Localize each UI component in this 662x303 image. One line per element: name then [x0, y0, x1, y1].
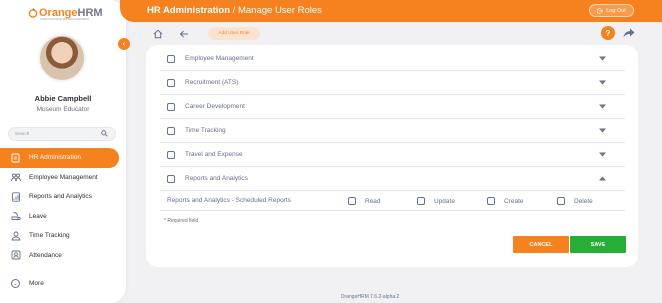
breadcrumb-page: Manage User Roles: [237, 5, 322, 16]
delete-checkbox[interactable]: [557, 197, 565, 205]
permission-label: Time Tracking: [185, 127, 226, 134]
question-icon: ?: [605, 28, 611, 38]
leave-icon: [11, 211, 21, 221]
logo-subtitle: OPEN SOURCE HR MANAGEMENT: [40, 17, 90, 21]
sidebar: OrangeHRM OPEN SOURCE HR MANAGEMENT Abbi…: [0, 0, 126, 303]
attendance-icon: [11, 250, 21, 260]
help-button[interactable]: ?: [601, 26, 615, 40]
required-field-note: * Required field: [164, 218, 199, 224]
arrow-left-icon: [179, 30, 188, 38]
search-icon[interactable]: [101, 130, 108, 137]
option-label: Create: [504, 197, 524, 205]
sidebar-menu: HR Administration Employee Management Re…: [0, 148, 126, 265]
permission-label: Employee Management: [185, 55, 254, 62]
option-label: Update: [434, 197, 455, 205]
logout-label: Log Out: [606, 7, 626, 14]
caret-down-icon[interactable]: [599, 80, 606, 85]
page-title: HR Administration / Manage User Roles: [147, 5, 322, 16]
search-input[interactable]: Search: [8, 127, 116, 141]
permission-label: Career Development: [185, 103, 245, 110]
sub-permission-label: Reports and Analytics - Scheduled Report…: [167, 197, 291, 204]
sidebar-item-label: Employee Management: [29, 173, 98, 181]
home-icon: [153, 29, 163, 39]
chevron-left-icon: ‹: [122, 39, 126, 48]
orangehrm-logo[interactable]: OrangeHRM OPEN SOURCE HR MANAGEMENT: [28, 6, 103, 21]
permission-row-reports-and-analytics[interactable]: Reports and Analytics: [160, 167, 625, 191]
logout-icon: [597, 7, 604, 14]
back-button[interactable]: [176, 27, 192, 41]
permissions-list: Employee Management Recruitment (ATS) Ca…: [160, 47, 625, 211]
avatar[interactable]: [38, 34, 86, 82]
version-footer: OrangeHRM 7.6.2-alpha.2: [340, 294, 400, 300]
sidebar-more-button[interactable]: ⌄ More: [11, 279, 44, 288]
user-role-form-card: Employee Management Recruitment (ATS) Ca…: [146, 45, 638, 267]
sidebar-item-hr-administration[interactable]: HR Administration: [0, 148, 119, 168]
cancel-button[interactable]: CANCEL: [513, 236, 569, 253]
permission-label: Travel and Expense: [185, 151, 243, 158]
update-checkbox[interactable]: [417, 197, 425, 205]
reports-icon: [11, 192, 21, 202]
sidebar-item-time-tracking[interactable]: Time Tracking: [0, 226, 126, 246]
caret-down-icon[interactable]: [599, 104, 606, 109]
time-icon: [11, 231, 21, 241]
caret-up-icon[interactable]: [599, 176, 606, 181]
add-user-role-button[interactable]: Add User Role: [208, 27, 260, 40]
permission-row-time-tracking[interactable]: Time Tracking: [160, 119, 625, 143]
option-label: Read: [365, 197, 381, 205]
chevron-down-icon: ⌄: [11, 279, 20, 288]
home-button[interactable]: [150, 27, 166, 41]
user-name: Abbie Campbell: [34, 94, 92, 103]
sub-permission-row-scheduled-reports: Reports and Analytics - Scheduled Report…: [160, 191, 625, 211]
user-role: Museum Educator: [36, 106, 90, 113]
breadcrumb-section: HR Administration: [147, 5, 231, 16]
logout-button[interactable]: Log Out: [589, 4, 634, 17]
option-label: Delete: [574, 197, 593, 205]
sidebar-item-attendance[interactable]: Attendance: [0, 246, 126, 266]
sidebar-collapse-button[interactable]: ‹: [118, 38, 130, 50]
permission-checkbox[interactable]: [167, 126, 175, 135]
permission-checkbox[interactable]: [167, 102, 175, 111]
permission-checkbox[interactable]: [167, 78, 175, 87]
sidebar-item-label: Time Tracking: [29, 232, 70, 240]
employee-icon: [11, 172, 21, 182]
sidebar-item-reports-and-analytics[interactable]: Reports and Analytics: [0, 187, 126, 207]
permission-label: Recruitment (ATS): [185, 79, 239, 86]
save-button[interactable]: SAVE: [570, 236, 626, 253]
permission-checkbox[interactable]: [167, 54, 175, 63]
sidebar-item-label: Leave: [29, 212, 47, 220]
permission-row-travel-and-expense[interactable]: Travel and Expense: [160, 143, 625, 167]
action-bar: Add User Role ?: [146, 24, 642, 44]
topbar: HR Administration / Manage User Roles Lo…: [120, 0, 662, 22]
sidebar-item-label: Attendance: [29, 251, 62, 259]
read-checkbox[interactable]: [348, 197, 356, 205]
app-root: OrangeHRM OPEN SOURCE HR MANAGEMENT Abbi…: [0, 0, 662, 303]
caret-down-icon[interactable]: [599, 56, 606, 61]
option-create[interactable]: Create: [487, 197, 524, 205]
sidebar-item-label: Reports and Analytics: [29, 193, 92, 201]
sidebar-item-label: HR Administration: [29, 154, 82, 162]
share-icon[interactable]: [623, 28, 635, 38]
caret-down-icon[interactable]: [599, 152, 606, 157]
caret-down-icon[interactable]: [599, 128, 606, 133]
sidebar-item-leave[interactable]: Leave: [0, 207, 126, 227]
hr-admin-icon: [11, 153, 21, 163]
sidebar-item-employee-management[interactable]: Employee Management: [0, 168, 126, 188]
breadcrumb-separator: /: [230, 5, 238, 16]
permission-checkbox[interactable]: [167, 150, 175, 159]
permission-row-career-development[interactable]: Career Development: [160, 95, 625, 119]
option-delete[interactable]: Delete: [557, 197, 593, 205]
sidebar-more-label: More: [29, 280, 44, 287]
permission-checkbox[interactable]: [167, 174, 175, 183]
search-placeholder: Search: [15, 131, 30, 136]
permission-row-recruitment[interactable]: Recruitment (ATS): [160, 71, 625, 95]
option-read[interactable]: Read: [348, 197, 381, 205]
logo-mark-icon: [28, 8, 38, 18]
option-update[interactable]: Update: [417, 197, 455, 205]
permission-row-employee-management[interactable]: Employee Management: [160, 47, 625, 71]
permission-label: Reports and Analytics: [185, 175, 248, 182]
create-checkbox[interactable]: [487, 197, 495, 205]
